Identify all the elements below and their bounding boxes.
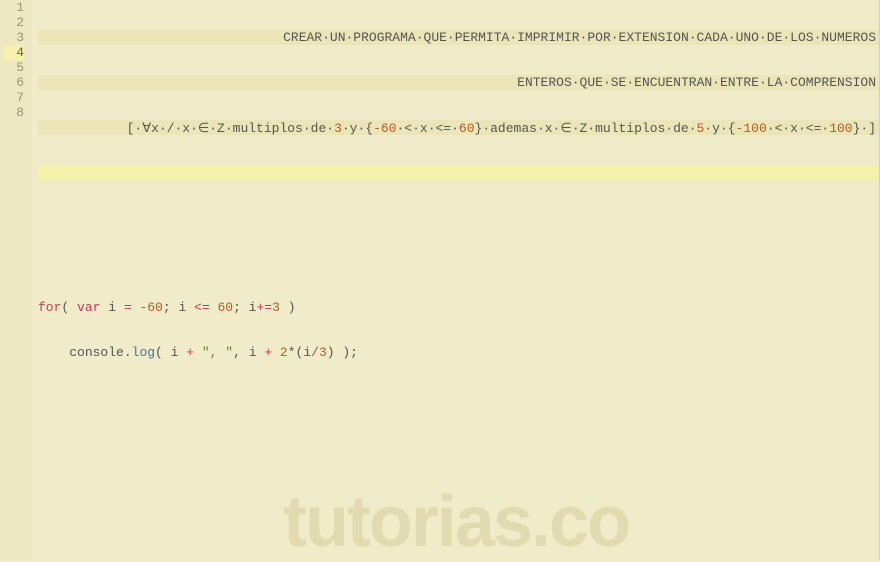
identifier-console: console <box>69 345 124 360</box>
method-log: log <box>132 345 155 360</box>
line-number: 1 <box>4 0 24 15</box>
code-line[interactable] <box>38 210 880 225</box>
code-line[interactable]: CREAR·UN·PROGRAMA·QUE·PERMITA·IMPRIMIR·P… <box>38 30 880 45</box>
line-number-gutter: 1 2 3 4 5 6 7 8 <box>0 0 32 560</box>
element-of-symbol: ∈ <box>560 120 571 135</box>
keyword-for: for <box>38 300 61 315</box>
forall-symbol: ∀ <box>142 120 151 135</box>
bracket: [· <box>127 121 143 136</box>
comment-text: ENTEROS·QUE·SE·ENCUENTRAN·ENTRE·LA·COMPR… <box>517 75 876 90</box>
code-editor[interactable]: 1 2 3 4 5 6 7 8 CREAR·UN·PROGRAMA·QUE·PE… <box>0 0 880 560</box>
code-line[interactable]: ENTEROS·QUE·SE·ENCUENTRAN·ENTRE·LA·COMPR… <box>38 75 880 90</box>
line-number: 8 <box>4 105 24 120</box>
element-of-symbol: ∈ <box>198 120 209 135</box>
code-line[interactable] <box>38 255 880 270</box>
code-line[interactable]: [·∀x·/·x·∈·Z·multiplos·de·3·y·{-60·<·x·<… <box>38 120 880 135</box>
line-number-active: 4 <box>4 45 24 60</box>
line-number: 5 <box>4 60 24 75</box>
watermark-text: tutorias.co <box>283 515 629 530</box>
code-line[interactable]: console.log( i + ", ", i + 2*(i/3) ); <box>38 345 880 360</box>
line-number: 7 <box>4 90 24 105</box>
code-line[interactable]: for( var i = -60; i <= 60; i+=3 ) <box>38 300 880 315</box>
line-number: 3 <box>4 30 24 45</box>
line-number: 2 <box>4 15 24 30</box>
keyword-var: var <box>77 300 100 315</box>
code-area[interactable]: CREAR·UN·PROGRAMA·QUE·PERMITA·IMPRIMIR·P… <box>32 0 880 560</box>
code-line-active[interactable] <box>38 165 880 180</box>
string-literal: ", " <box>202 345 233 360</box>
line-number: 6 <box>4 75 24 90</box>
comment-text: CREAR·UN·PROGRAMA·QUE·PERMITA·IMPRIMIR·P… <box>283 30 876 45</box>
